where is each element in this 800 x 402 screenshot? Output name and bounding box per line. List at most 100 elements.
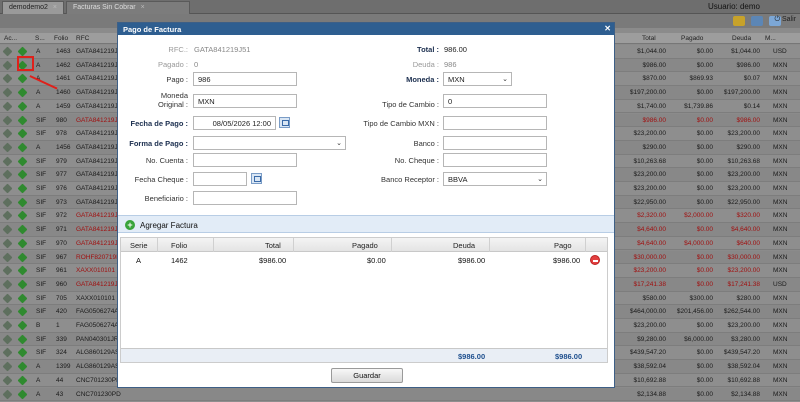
edit-icon[interactable] — [17, 293, 28, 304]
edit-icon[interactable] — [17, 320, 28, 331]
status-icon[interactable] — [2, 210, 13, 221]
no-cheque-input[interactable] — [443, 153, 547, 167]
beneficiario-input[interactable] — [193, 191, 297, 205]
status-icon[interactable] — [2, 224, 13, 235]
status-icon[interactable] — [2, 389, 13, 399]
status-icon[interactable] — [2, 347, 13, 358]
edit-icon[interactable] — [17, 265, 28, 276]
forma-pago-select[interactable]: ⌄ — [193, 136, 346, 150]
banco-input[interactable] — [443, 136, 547, 150]
status-icon[interactable] — [2, 115, 13, 125]
banco-receptor-select[interactable]: BBVA ⌄ — [443, 172, 547, 186]
no-cuenta-input[interactable] — [193, 153, 297, 167]
edit-icon[interactable] — [17, 279, 28, 290]
edit-icon[interactable] — [17, 361, 28, 372]
tipo-cambio-input[interactable]: 0 — [443, 94, 547, 108]
cell-rfc: FAG0506274A — [76, 322, 119, 329]
power-icon: ⏻ — [774, 16, 782, 23]
status-icon[interactable] — [2, 279, 13, 290]
status-icon[interactable] — [2, 169, 13, 180]
col-total[interactable]: Total — [265, 241, 281, 250]
edit-icon[interactable] — [17, 197, 28, 208]
edit-icon[interactable] — [17, 169, 28, 180]
col-m[interactable]: M... — [765, 35, 776, 42]
status-icon[interactable] — [2, 306, 13, 317]
edit-icon[interactable] — [17, 224, 28, 235]
moneda-original-input[interactable]: MXN — [193, 94, 297, 108]
close-icon[interactable]: × — [141, 4, 145, 11]
edit-icon[interactable] — [17, 101, 28, 112]
edit-icon[interactable] — [17, 128, 28, 139]
col-pagado[interactable]: Pagado — [681, 35, 703, 42]
fecha-cheque-input[interactable] — [193, 172, 247, 186]
tab-demodemo2[interactable]: demodemo2 × — [2, 1, 64, 14]
col-folio[interactable]: Folio — [54, 35, 68, 42]
tab-facturas-sin-cobrar[interactable]: Facturas Sin Cobrar × — [66, 1, 190, 14]
status-icon[interactable] — [2, 320, 13, 331]
calendar-icon[interactable] — [279, 117, 290, 128]
status-icon[interactable] — [2, 361, 13, 372]
invoice-icon[interactable] — [733, 16, 745, 26]
col-serie[interactable]: Serie — [130, 241, 148, 250]
edit-icon[interactable] — [17, 73, 28, 84]
cell-s: SIF — [36, 185, 47, 192]
close-icon[interactable]: ✕ — [604, 24, 611, 33]
edit-icon[interactable] — [17, 375, 28, 386]
col-deuda[interactable]: Deuda — [453, 241, 475, 250]
calendar-icon[interactable] — [251, 173, 262, 184]
status-icon[interactable] — [2, 156, 13, 167]
edit-icon[interactable] — [17, 389, 28, 399]
edit-icon[interactable] — [17, 156, 28, 167]
status-icon[interactable] — [2, 73, 13, 84]
col-rfc[interactable]: RFC — [76, 35, 89, 42]
edit-icon[interactable] — [17, 347, 28, 358]
guardar-button[interactable]: Guardar — [331, 368, 403, 383]
status-icon[interactable] — [2, 238, 13, 249]
status-icon[interactable] — [2, 334, 13, 345]
salir-link[interactable]: ⏻ Salir — [775, 16, 797, 24]
add-icon[interactable]: + — [125, 220, 135, 230]
edit-icon[interactable] — [17, 46, 28, 57]
edit-icon[interactable] — [17, 115, 28, 125]
col-folio[interactable]: Folio — [171, 241, 187, 250]
table-row[interactable]: A 1462 $986.00 $0.00 $986.00 $986.00 — [121, 253, 607, 267]
status-icon[interactable] — [2, 293, 13, 304]
tipo-cambio-mxn-input[interactable] — [443, 116, 547, 130]
col-ac[interactable]: Ac... — [4, 35, 17, 42]
status-icon[interactable] — [2, 183, 13, 194]
close-icon[interactable]: × — [53, 4, 57, 11]
table-row[interactable]: A 43 CNC701230PD $2,134.88 $0.00 $2,134.88 MXN — [0, 387, 800, 402]
delete-icon[interactable] — [590, 255, 600, 265]
status-icon[interactable] — [2, 252, 13, 262]
col-pagado[interactable]: Pagado — [352, 241, 378, 250]
edit-icon[interactable] — [17, 183, 28, 194]
status-icon[interactable] — [2, 46, 13, 57]
status-icon[interactable] — [2, 142, 13, 153]
edit-icon[interactable] — [17, 210, 28, 221]
agregar-factura-button[interactable]: Agregar Factura — [140, 221, 198, 230]
edit-icon[interactable] — [17, 87, 28, 98]
edit-icon[interactable] — [17, 306, 28, 317]
status-icon[interactable] — [2, 265, 13, 276]
status-icon[interactable] — [2, 128, 13, 139]
refresh-icon[interactable] — [751, 16, 763, 26]
status-icon[interactable] — [2, 101, 13, 112]
edit-icon[interactable] — [17, 142, 28, 153]
moneda-select[interactable]: MXN ⌄ — [443, 72, 512, 86]
edit-icon[interactable] — [17, 252, 28, 262]
fecha-pago-input[interactable]: 08/05/2026 12:00 — [193, 116, 276, 130]
cell-s: SIF — [36, 335, 47, 343]
col-total[interactable]: Total — [642, 35, 656, 42]
col-deuda[interactable]: Deuda — [732, 35, 751, 42]
pago-input[interactable]: 986 — [193, 72, 297, 86]
edit-icon[interactable] — [17, 334, 28, 345]
dialog-titlebar[interactable]: Pago de Factura ✕ — [118, 23, 614, 35]
cell-pago[interactable]: $986.00 — [553, 256, 580, 265]
col-pago[interactable]: Pago — [554, 241, 572, 250]
status-icon[interactable] — [2, 87, 13, 98]
status-icon[interactable] — [2, 375, 13, 386]
col-s[interactable]: S... — [35, 35, 45, 42]
status-icon[interactable] — [2, 60, 13, 71]
edit-icon[interactable] — [17, 238, 28, 249]
status-icon[interactable] — [2, 197, 13, 208]
